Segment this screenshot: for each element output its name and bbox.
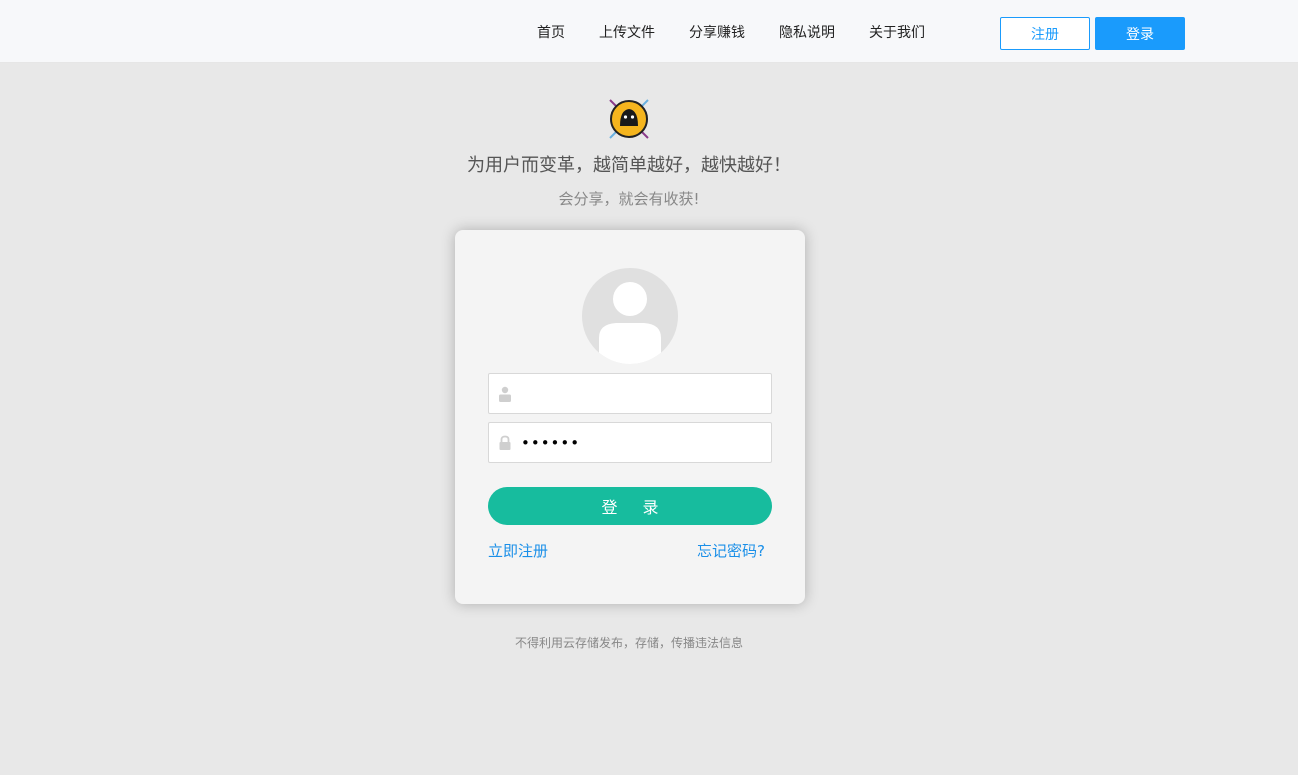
main-nav: 首页 上传文件 分享赚钱 隐私说明 关于我们 xyxy=(520,0,942,63)
login-card: 登 录 立即注册 忘记密码? xyxy=(455,230,805,604)
submit-login-button[interactable]: 登 录 xyxy=(488,487,772,525)
nav-item-about[interactable]: 关于我们 xyxy=(869,22,925,42)
avatar xyxy=(582,268,678,364)
nav-item-share-earn[interactable]: 分享赚钱 xyxy=(689,22,745,42)
password-field xyxy=(488,422,772,463)
password-input[interactable] xyxy=(521,424,761,461)
nav-item-upload[interactable]: 上传文件 xyxy=(599,22,655,42)
register-button[interactable]: 注册 xyxy=(1000,17,1090,50)
user-icon xyxy=(489,374,521,413)
username-field xyxy=(488,373,772,414)
hero-subtitle: 会分享，就会有收获! xyxy=(558,190,700,208)
top-navbar: 首页 上传文件 分享赚钱 隐私说明 关于我们 注册 登录 xyxy=(0,0,1298,63)
forgot-password-link[interactable]: 忘记密码? xyxy=(697,540,765,561)
username-input[interactable] xyxy=(521,375,761,412)
nav-item-privacy[interactable]: 隐私说明 xyxy=(779,22,835,42)
nav-item-home[interactable]: 首页 xyxy=(537,22,565,42)
site-logo xyxy=(606,96,652,142)
lock-icon xyxy=(489,423,521,462)
footer-notice: 不得利用云存储发布，存储，传播违法信息 xyxy=(514,636,743,650)
hero-slogan: 为用户而变革，越简单越好，越快越好！ xyxy=(467,155,791,176)
register-now-link[interactable]: 立即注册 xyxy=(488,540,548,561)
login-button[interactable]: 登录 xyxy=(1095,17,1185,50)
